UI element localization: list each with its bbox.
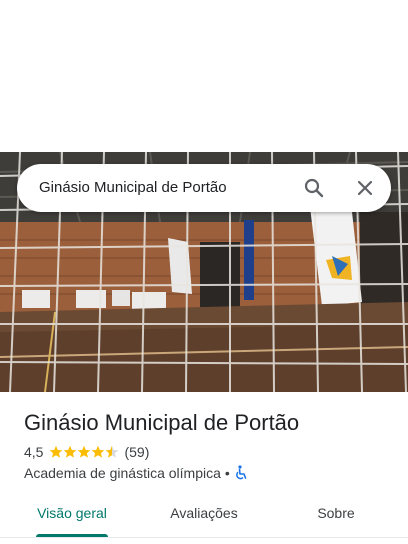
place-title: Ginásio Municipal de Portão: [24, 410, 300, 435]
tab-overview[interactable]: Visão geral: [24, 494, 120, 538]
tab-bar: Visão geral Avaliações Sobre: [0, 494, 408, 538]
review-count[interactable]: (59): [124, 444, 149, 460]
star-rating: [49, 445, 119, 459]
rating-value: 4,5: [24, 444, 44, 460]
rating-row[interactable]: 4,5 (59): [24, 443, 149, 461]
close-icon[interactable]: [353, 176, 377, 200]
stars-icon: [50, 445, 119, 458]
separator: •: [224, 465, 230, 481]
search-bar[interactable]: Ginásio Municipal de Portão: [17, 164, 391, 212]
search-query[interactable]: Ginásio Municipal de Portão: [39, 178, 227, 198]
tab-about[interactable]: Sobre: [296, 494, 376, 538]
place-category: Academia de ginástica olímpica: [24, 465, 221, 481]
tab-reviews[interactable]: Avaliações: [152, 494, 256, 538]
category-row: Academia de ginástica olímpica •: [24, 464, 248, 482]
place-panel: Ginásio Municipal de Portão Ginásio Muni…: [0, 0, 408, 544]
wheelchair-icon: [235, 465, 247, 480]
tabs-divider: [0, 537, 408, 538]
search-icon[interactable]: [302, 176, 326, 200]
